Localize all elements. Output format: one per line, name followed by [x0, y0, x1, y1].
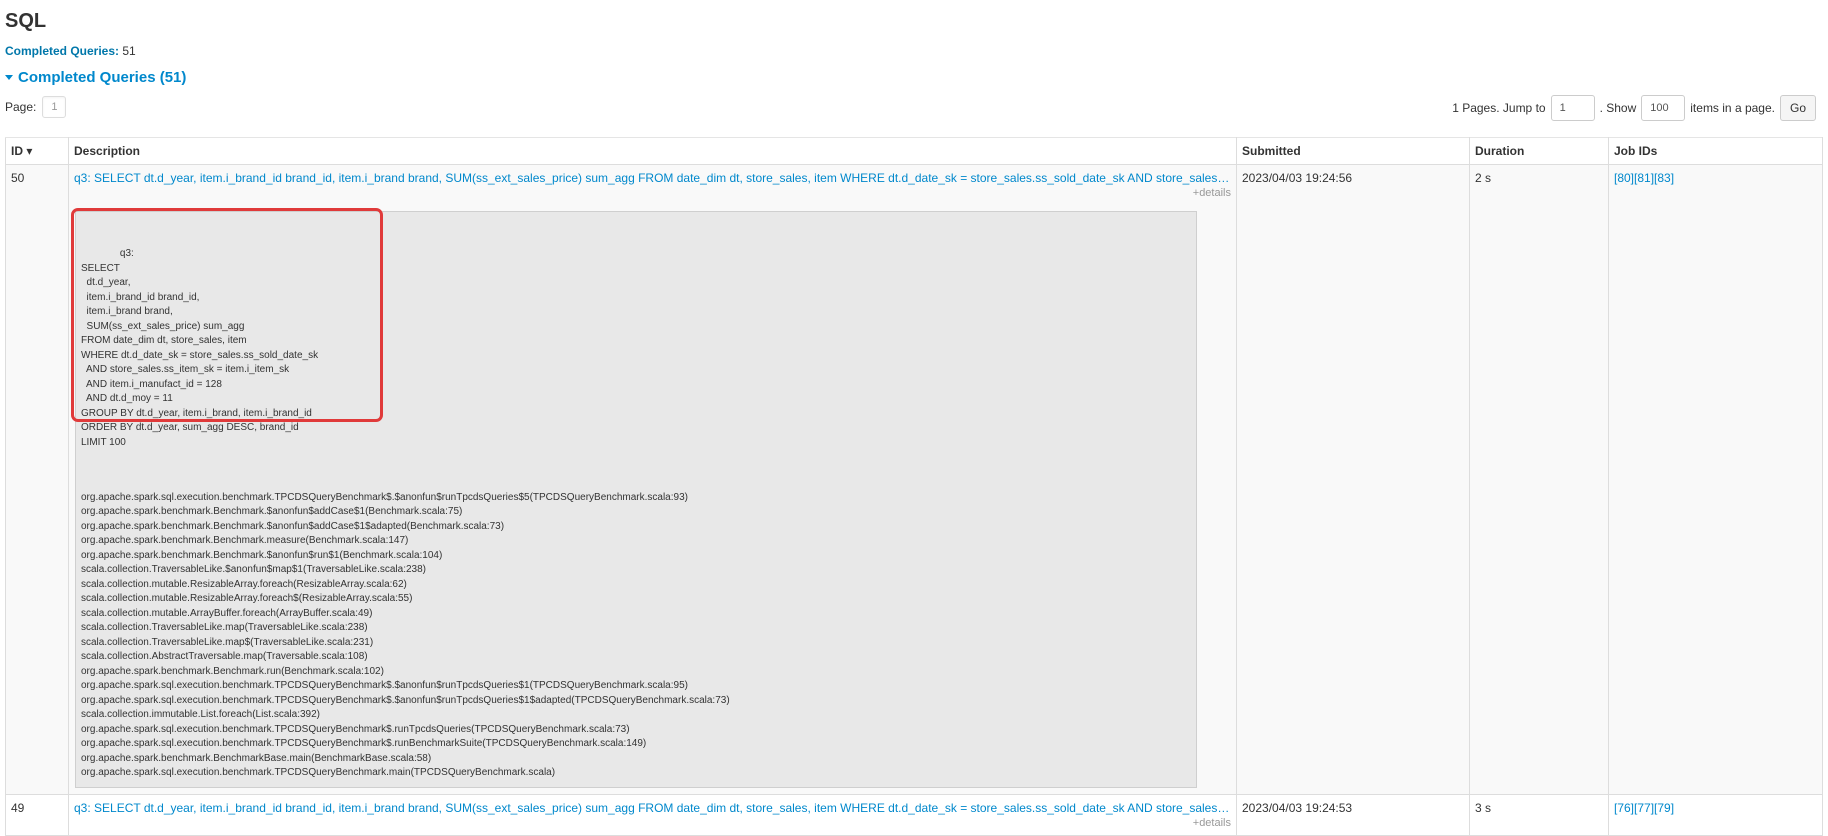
summary-label[interactable]: Completed Queries:: [5, 44, 119, 58]
details-toggle[interactable]: +details: [1193, 187, 1231, 199]
caret-down-icon: [5, 75, 13, 80]
table-row: 50 q3: SELECT dt.d_year, item.i_brand_id…: [5, 164, 1823, 795]
header-submitted[interactable]: Submitted: [1236, 137, 1470, 165]
query-details-panel: q3: SELECT dt.d_year, item.i_brand_id br…: [71, 208, 1197, 788]
queries-table: ID ▾ Description Submitted Duration Job …: [5, 137, 1823, 836]
job-link[interactable]: [80]: [1614, 171, 1634, 185]
job-link[interactable]: [83]: [1654, 171, 1674, 185]
row-job-ids: [76][77][79]: [1608, 793, 1823, 836]
details-toggle[interactable]: +details: [1193, 817, 1231, 829]
header-id[interactable]: ID ▾: [5, 137, 69, 165]
pages-text: 1 Pages. Jump to: [1452, 101, 1546, 115]
go-button[interactable]: Go: [1779, 95, 1816, 121]
completed-queries-toggle[interactable]: Completed Queries (51): [5, 69, 186, 86]
page-label: Page:: [5, 100, 37, 114]
items-text: items in a page.: [1690, 101, 1775, 115]
row-id: 49: [5, 793, 69, 836]
row-submitted: 2023/04/03 19:24:53: [1236, 793, 1470, 836]
sql-text: q3: SELECT dt.d_year, item.i_brand_id br…: [71, 208, 1191, 465]
summary-completed: Completed Queries: 51: [5, 44, 136, 58]
page: SQL Completed Queries: 51 Completed Quer…: [0, 0, 1828, 836]
job-link[interactable]: [81]: [1634, 171, 1654, 185]
query-description-link[interactable]: q3: SELECT dt.d_year, item.i_brand_id br…: [74, 801, 1231, 815]
jump-page-input[interactable]: [1550, 95, 1595, 121]
row-description-cell: q3: SELECT dt.d_year, item.i_brand_id br…: [68, 793, 1237, 836]
summary-count: 51: [122, 44, 136, 58]
header-description[interactable]: Description: [68, 137, 1237, 165]
row-job-ids: [80][81][83]: [1608, 164, 1823, 795]
job-link[interactable]: [77]: [1634, 801, 1654, 815]
job-link[interactable]: [79]: [1654, 801, 1674, 815]
row-id: 50: [5, 164, 69, 795]
sql-query-text: q3: SELECT dt.d_year, item.i_brand_id br…: [81, 248, 319, 448]
page-number-button[interactable]: 1: [42, 96, 67, 118]
table-row: 49 q3: SELECT dt.d_year, item.i_brand_id…: [5, 793, 1823, 836]
row-duration: 2 s: [1469, 164, 1609, 795]
pagination-left: Page: 1: [5, 96, 67, 118]
query-description-link[interactable]: q3: SELECT dt.d_year, item.i_brand_id br…: [74, 171, 1231, 185]
pagination-jump: 1 Pages. Jump to . Show items in a page.…: [1452, 95, 1816, 121]
header-job-ids[interactable]: Job IDs: [1608, 137, 1823, 165]
page-size-input[interactable]: [1641, 95, 1686, 121]
section-label: Completed Queries (51): [18, 69, 187, 86]
table-header-row: ID ▾ Description Submitted Duration Job …: [5, 137, 1823, 165]
page-title: SQL: [5, 10, 47, 32]
row-duration: 3 s: [1469, 793, 1609, 836]
header-duration[interactable]: Duration: [1469, 137, 1609, 165]
row-submitted: 2023/04/03 19:24:56: [1236, 164, 1470, 795]
job-link[interactable]: [76]: [1614, 801, 1634, 815]
show-text: . Show: [1599, 101, 1637, 115]
stack-trace: org.apache.spark.sql.execution.benchmark…: [81, 491, 730, 779]
row-description-cell: q3: SELECT dt.d_year, item.i_brand_id br…: [68, 164, 1237, 795]
